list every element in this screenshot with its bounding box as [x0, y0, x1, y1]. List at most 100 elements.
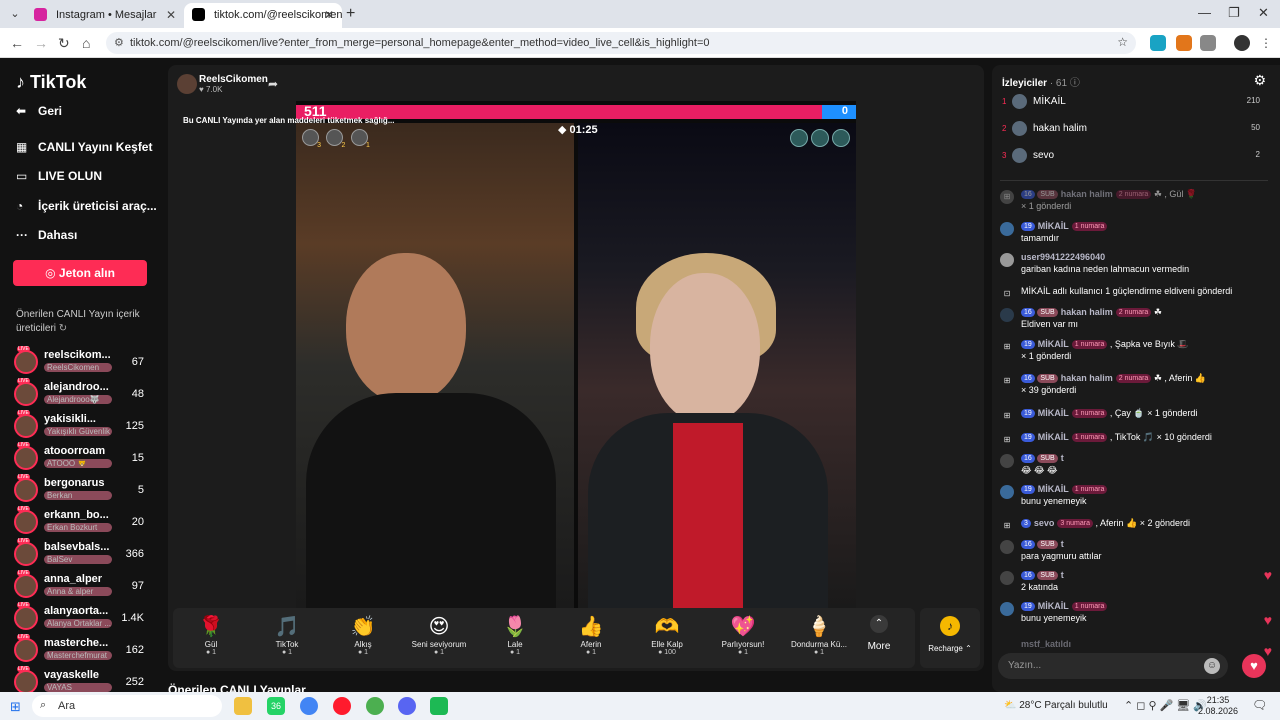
tab-tiktok[interactable]: tiktok.com/@reelscikomen/ ✕	[184, 3, 342, 28]
gift-icon: ⊞	[1003, 521, 1011, 530]
nav-explore-live[interactable]: ▦ CANLI Yayını Keşfet	[16, 140, 152, 154]
back-icon[interactable]: ←	[10, 35, 24, 51]
chat-username[interactable]: MİKAİL	[1038, 339, 1069, 349]
windows-start-icon[interactable]: ⊞	[10, 699, 21, 715]
host-name[interactable]: ReelsCikomen	[199, 74, 268, 85]
creator-item[interactable]: LIVE alejandroo... Alejandrooo🐺 48	[14, 378, 154, 410]
gift-item[interactable]: 🍦 Dondurma Kü... ● 1	[781, 614, 857, 656]
chat-username[interactable]: mstf_katıldı	[1021, 639, 1071, 649]
host-avatar[interactable]	[177, 74, 197, 94]
close-tab-icon[interactable]: ✕	[166, 8, 176, 22]
system-tray[interactable]: ⌃ ◻ ⚲ 🎤 🖥 🔊	[1124, 699, 1207, 712]
whatsapp-icon[interactable]: 36	[267, 697, 285, 715]
close-window-icon[interactable]: ✕	[1258, 5, 1269, 21]
chat-username[interactable]: MİKAİL	[1038, 408, 1069, 418]
opera-icon[interactable]	[333, 697, 351, 715]
top-viewer-row[interactable]: 2 hakan halim 50	[1002, 120, 1260, 140]
gifter-avatar[interactable]: 3	[302, 129, 321, 149]
recharge-button[interactable]: ♪ Recharge ⌃	[920, 608, 980, 668]
chat-username[interactable]: hakan halim	[1061, 373, 1113, 383]
reload-icon[interactable]: ↻	[58, 35, 70, 52]
creator-item[interactable]: LIVE yakisikli... Yakışıklı Güvenlik 125	[14, 410, 154, 442]
info-icon[interactable]: ⓘ	[1070, 78, 1080, 89]
minimize-icon[interactable]: —	[1198, 5, 1211, 20]
chat-username[interactable]: t	[1061, 539, 1064, 549]
tiktok-logo[interactable]: ♪ TikTok	[16, 72, 86, 93]
app-icon[interactable]	[430, 697, 448, 715]
close-tab-icon[interactable]: ✕	[324, 8, 334, 22]
file-explorer-icon[interactable]	[234, 697, 252, 715]
site-info-icon[interactable]: ⚙	[114, 36, 124, 49]
creator-item[interactable]: LIVE masterche... Masterchefmurat 162	[14, 634, 154, 666]
gift-item[interactable]: 🌷 Lale ● 1	[477, 614, 553, 656]
creator-item[interactable]: LIVE reelscikom... ReelsCikomen 67	[14, 346, 154, 378]
new-tab-button[interactable]: +	[346, 5, 355, 23]
chat-username[interactable]: MİKAİL	[1038, 601, 1069, 611]
gift-item[interactable]: 🌹 Gül ● 1	[173, 614, 249, 656]
chat-username[interactable]: t	[1061, 453, 1064, 463]
extensions-puzzle-icon[interactable]	[1200, 35, 1216, 51]
browser-menu-icon[interactable]: ⋮	[1260, 36, 1272, 50]
creator-item[interactable]: LIVE bergonarus Berkan 5	[14, 474, 154, 506]
gift-item[interactable]: 🎵 TikTok ● 1	[249, 614, 325, 656]
settings-gear-icon[interactable]: ⚙	[1253, 72, 1266, 89]
chat-username[interactable]: MİKAİL	[1038, 221, 1069, 231]
share-icon[interactable]: ➦	[268, 77, 278, 91]
chat-username[interactable]: hakan halim	[1061, 307, 1113, 317]
nav-back[interactable]: ⬅ Geri	[16, 104, 62, 118]
top-viewer-row[interactable]: 3 sevo 2	[1002, 147, 1260, 167]
creator-item[interactable]: LIVE erkann_bo... Erkan Bozkurt 20	[14, 506, 154, 538]
gifter-avatar[interactable]: 2	[326, 129, 345, 149]
chat-username[interactable]: t	[1061, 570, 1064, 580]
gift-item[interactable]: 🫶 Elle Kalp ● 100	[629, 614, 705, 656]
emoji-icon[interactable]: ☺	[1204, 658, 1220, 674]
chat-username[interactable]: MİKAİL	[1038, 484, 1069, 494]
pk-battle-video[interactable]: 511 0 ◆ 01:25	[296, 101, 856, 608]
creator-item[interactable]: LIVE anna_alper Anna & alper 97	[14, 570, 154, 602]
chat-username[interactable]: sevo	[1034, 518, 1055, 528]
tab-instagram[interactable]: Instagram • Mesajlar ✕	[26, 3, 184, 28]
live-stream-panel: ReelsCikomen ♥ 7.0K ➦ 511 0 ◆ 01:25 Bu C…	[168, 65, 984, 671]
level-badge: 19	[1021, 222, 1035, 232]
chat-username[interactable]: hakan halim	[1061, 189, 1113, 199]
gift-item[interactable]: 😍 Seni seviyorum ● 1	[401, 614, 477, 656]
like-heart-button[interactable]: ♥	[1242, 654, 1266, 678]
gifter-rank: 1	[366, 142, 370, 149]
notification-icon[interactable]: 🗨	[1252, 698, 1267, 712]
heart-icon: ♥	[1263, 612, 1272, 628]
nav-more[interactable]: ··· Dahası	[16, 228, 77, 242]
gift-item[interactable]: 👍 Aferin ● 1	[553, 614, 629, 656]
forward-icon[interactable]: →	[34, 35, 48, 51]
tab-search-button[interactable]: ⌄	[6, 5, 24, 23]
top-viewer-row[interactable]: 1 MİKAİL 210	[1002, 93, 1260, 113]
weather-widget[interactable]: ⛅ 28°C Parçalı bulutlu	[1004, 700, 1108, 711]
address-bar[interactable]: ⚙ tiktok.com/@reelscikomen/live?enter_fr…	[106, 32, 1136, 54]
nav-go-live[interactable]: ▭ LIVE OLUN	[16, 169, 102, 183]
restore-icon[interactable]: ❐	[1228, 5, 1240, 21]
creator-item[interactable]: LIVE atooorroam ATOOO 🦁 15	[14, 442, 154, 474]
home-icon[interactable]: ⌂	[82, 35, 90, 51]
chat-input[interactable]: Yazın... ☺	[998, 653, 1228, 679]
more-gifts-button[interactable]: ⌃ More	[849, 613, 909, 652]
profile-avatar[interactable]	[1234, 35, 1250, 51]
nav-creator-tools[interactable]: ◔ İçerik üreticisi araç...	[16, 199, 157, 213]
metamask-icon[interactable]	[1176, 35, 1192, 51]
bookmark-star-icon[interactable]: ☆	[1117, 35, 1128, 49]
gift-item[interactable]: 💖 Parlıyorsun! ● 1	[705, 614, 781, 656]
gift-item[interactable]: 👏 Alkış ● 1	[325, 614, 401, 656]
clock[interactable]: 21:35 2.08.2026	[1198, 695, 1238, 717]
app-icon[interactable]	[366, 697, 384, 715]
chat-username[interactable]: user9941222496040	[1021, 252, 1105, 262]
chat-username[interactable]: MİKAİL	[1038, 432, 1069, 442]
gifter-avatar[interactable]: 1	[350, 129, 370, 149]
refresh-icon[interactable]: ↻	[59, 323, 67, 334]
taskbar-search[interactable]: ⌕ Ara	[32, 695, 222, 717]
get-coins-button[interactable]: ◎ Jeton alın	[13, 260, 147, 286]
extension-icon[interactable]	[1150, 35, 1166, 51]
creator-item[interactable]: LIVE alanyaorta... Alanya Ortaklar ... 1.4K	[14, 602, 154, 634]
chrome-icon[interactable]	[300, 697, 318, 715]
divider	[1000, 180, 1268, 181]
creator-item[interactable]: LIVE balsevbals... BalSev 366	[14, 538, 154, 570]
discord-icon[interactable]	[398, 697, 416, 715]
pk-slot-icon	[790, 129, 808, 147]
